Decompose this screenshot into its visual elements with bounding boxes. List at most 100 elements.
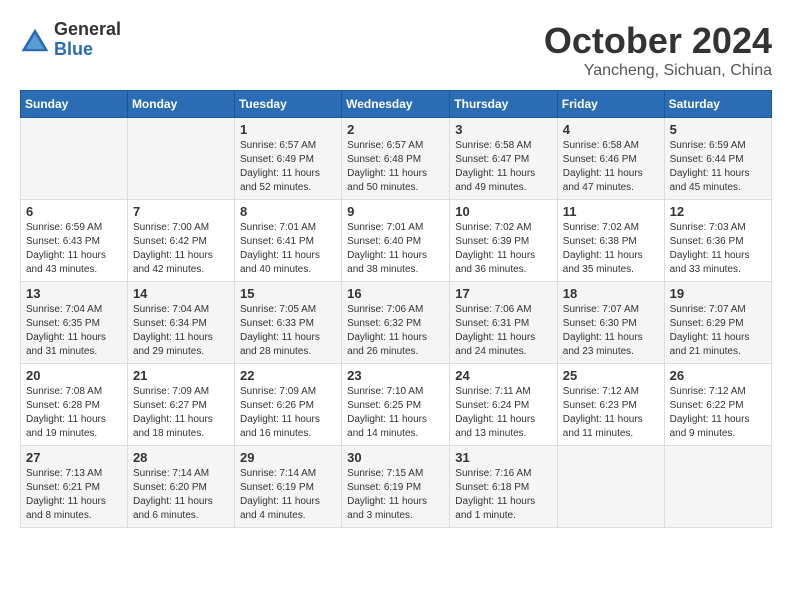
calendar-cell xyxy=(21,118,128,200)
day-info: Sunrise: 7:08 AMSunset: 6:28 PMDaylight:… xyxy=(26,385,122,441)
day-info: Sunrise: 7:02 AMSunset: 6:39 PMDaylight:… xyxy=(455,221,552,277)
location-text: Yancheng, Sichuan, China xyxy=(544,62,772,80)
calendar-cell: 5 Sunrise: 6:59 AMSunset: 6:44 PMDaylight… xyxy=(664,118,771,200)
day-number: 10 xyxy=(455,204,552,219)
day-info: Sunrise: 6:58 AMSunset: 6:47 PMDaylight:… xyxy=(455,139,552,195)
calendar-cell: 7Sunrise: 7:00 AMSunset: 6:42 PMDaylight… xyxy=(127,200,234,282)
calendar-cell: 6Sunrise: 6:59 AMSunset: 6:43 PMDaylight… xyxy=(21,200,128,282)
calendar-cell: 20 Sunrise: 7:08 AMSunset: 6:28 PMDayligh… xyxy=(21,364,128,446)
day-number: 24 xyxy=(455,368,552,383)
calendar-table: Sunday Monday Tuesday Wednesday Thursday… xyxy=(20,90,772,528)
day-number: 11 xyxy=(563,204,659,219)
day-info: Sunrise: 7:14 AMSunset: 6:19 PMDaylight:… xyxy=(240,467,336,523)
calendar-cell: 25 Sunrise: 7:12 AMSunset: 6:23 PMDayligh… xyxy=(557,364,664,446)
day-info: Sunrise: 7:12 AMSunset: 6:22 PMDaylight:… xyxy=(670,385,766,441)
calendar-cell: 29 Sunrise: 7:14 AMSunset: 6:19 PMDayligh… xyxy=(234,446,341,528)
day-number: 20 xyxy=(26,368,122,383)
day-info: Sunrise: 6:59 AMSunset: 6:44 PMDaylight:… xyxy=(670,139,766,195)
day-number: 30 xyxy=(347,450,444,465)
calendar-header-row: Sunday Monday Tuesday Wednesday Thursday… xyxy=(21,91,772,118)
day-number: 26 xyxy=(670,368,766,383)
calendar-week-row: 1 Sunrise: 6:57 AMSunset: 6:49 PMDaylight… xyxy=(21,118,772,200)
header-sunday: Sunday xyxy=(21,91,128,118)
day-number: 2 xyxy=(347,122,444,137)
calendar-cell: 17 Sunrise: 7:06 AMSunset: 6:31 PMDayligh… xyxy=(450,282,558,364)
header-thursday: Thursday xyxy=(450,91,558,118)
day-number: 27 xyxy=(26,450,122,465)
calendar-week-row: 6Sunrise: 6:59 AMSunset: 6:43 PMDaylight… xyxy=(21,200,772,282)
day-info: Sunrise: 7:09 AMSunset: 6:27 PMDaylight:… xyxy=(133,385,229,441)
header-tuesday: Tuesday xyxy=(234,91,341,118)
day-info: Sunrise: 7:09 AMSunset: 6:26 PMDaylight:… xyxy=(240,385,336,441)
calendar-cell xyxy=(127,118,234,200)
calendar-cell xyxy=(557,446,664,528)
day-number: 7 xyxy=(133,204,229,219)
calendar-cell: 4Sunrise: 6:58 AMSunset: 6:46 PMDaylight… xyxy=(557,118,664,200)
calendar-cell: 12Sunrise: 7:03 AMSunset: 6:36 PMDayligh… xyxy=(664,200,771,282)
day-number: 8 xyxy=(240,204,336,219)
day-info: Sunrise: 7:13 AMSunset: 6:21 PMDaylight:… xyxy=(26,467,122,523)
calendar-cell: 31Sunrise: 7:16 AMSunset: 6:18 PMDayligh… xyxy=(450,446,558,528)
title-section: October 2024 Yancheng, Sichuan, China xyxy=(544,20,772,80)
day-info: Sunrise: 7:12 AMSunset: 6:23 PMDaylight:… xyxy=(563,385,659,441)
calendar-cell: 19Sunrise: 7:07 AMSunset: 6:29 PMDayligh… xyxy=(664,282,771,364)
calendar-cell: 24 Sunrise: 7:11 AMSunset: 6:24 PMDayligh… xyxy=(450,364,558,446)
calendar-week-row: 27 Sunrise: 7:13 AMSunset: 6:21 PMDayligh… xyxy=(21,446,772,528)
day-info: Sunrise: 7:02 AMSunset: 6:38 PMDaylight:… xyxy=(563,221,659,277)
day-number: 28 xyxy=(133,450,229,465)
calendar-cell: 18Sunrise: 7:07 AMSunset: 6:30 PMDayligh… xyxy=(557,282,664,364)
day-number: 29 xyxy=(240,450,336,465)
day-number: 21 xyxy=(133,368,229,383)
calendar-cell: 23 Sunrise: 7:10 AMSunset: 6:25 PMDayligh… xyxy=(342,364,450,446)
day-info: Sunrise: 7:07 AMSunset: 6:30 PMDaylight:… xyxy=(563,303,659,359)
day-info: Sunrise: 7:01 AMSunset: 6:40 PMDaylight:… xyxy=(347,221,444,277)
day-number: 14 xyxy=(133,286,229,301)
day-info: Sunrise: 7:04 AMSunset: 6:35 PMDaylight:… xyxy=(26,303,122,359)
day-info: Sunrise: 6:57 AMSunset: 6:49 PMDaylight:… xyxy=(240,139,336,195)
calendar-cell: 1 Sunrise: 6:57 AMSunset: 6:49 PMDaylight… xyxy=(234,118,341,200)
day-info: Sunrise: 7:11 AMSunset: 6:24 PMDaylight:… xyxy=(455,385,552,441)
calendar-cell: 26 Sunrise: 7:12 AMSunset: 6:22 PMDayligh… xyxy=(664,364,771,446)
calendar-cell: 2Sunrise: 6:57 AMSunset: 6:48 PMDaylight… xyxy=(342,118,450,200)
day-number: 16 xyxy=(347,286,444,301)
logo: General Blue xyxy=(20,20,121,60)
calendar-cell: 9 Sunrise: 7:01 AMSunset: 6:40 PMDaylight… xyxy=(342,200,450,282)
day-number: 9 xyxy=(347,204,444,219)
calendar-cell: 3 Sunrise: 6:58 AMSunset: 6:47 PMDaylight… xyxy=(450,118,558,200)
day-number: 31 xyxy=(455,450,552,465)
day-info: Sunrise: 7:06 AMSunset: 6:31 PMDaylight:… xyxy=(455,303,552,359)
day-number: 22 xyxy=(240,368,336,383)
day-number: 13 xyxy=(26,286,122,301)
logo-general-text: General xyxy=(54,20,121,40)
logo-blue-text: Blue xyxy=(54,40,121,60)
calendar-cell: 11 Sunrise: 7:02 AMSunset: 6:38 PMDayligh… xyxy=(557,200,664,282)
logo-icon xyxy=(20,25,50,55)
page-header: General Blue October 2024 Yancheng, Sich… xyxy=(20,20,772,80)
day-number: 1 xyxy=(240,122,336,137)
calendar-cell: 14 Sunrise: 7:04 AMSunset: 6:34 PMDayligh… xyxy=(127,282,234,364)
day-info: Sunrise: 7:07 AMSunset: 6:29 PMDaylight:… xyxy=(670,303,766,359)
calendar-cell: 28 Sunrise: 7:14 AMSunset: 6:20 PMDayligh… xyxy=(127,446,234,528)
header-monday: Monday xyxy=(127,91,234,118)
header-friday: Friday xyxy=(557,91,664,118)
day-number: 23 xyxy=(347,368,444,383)
day-info: Sunrise: 7:04 AMSunset: 6:34 PMDaylight:… xyxy=(133,303,229,359)
header-wednesday: Wednesday xyxy=(342,91,450,118)
day-number: 12 xyxy=(670,204,766,219)
day-number: 3 xyxy=(455,122,552,137)
day-info: Sunrise: 7:15 AMSunset: 6:19 PMDaylight:… xyxy=(347,467,444,523)
calendar-week-row: 13 Sunrise: 7:04 AMSunset: 6:35 PMDayligh… xyxy=(21,282,772,364)
day-number: 17 xyxy=(455,286,552,301)
day-info: Sunrise: 7:01 AMSunset: 6:41 PMDaylight:… xyxy=(240,221,336,277)
calendar-cell: 22 Sunrise: 7:09 AMSunset: 6:26 PMDayligh… xyxy=(234,364,341,446)
day-number: 15 xyxy=(240,286,336,301)
day-number: 5 xyxy=(670,122,766,137)
calendar-cell: 15Sunrise: 7:05 AMSunset: 6:33 PMDayligh… xyxy=(234,282,341,364)
calendar-cell: 30 Sunrise: 7:15 AMSunset: 6:19 PMDayligh… xyxy=(342,446,450,528)
day-info: Sunrise: 7:10 AMSunset: 6:25 PMDaylight:… xyxy=(347,385,444,441)
day-number: 25 xyxy=(563,368,659,383)
day-info: Sunrise: 6:58 AMSunset: 6:46 PMDaylight:… xyxy=(563,139,659,195)
calendar-cell: 10 Sunrise: 7:02 AMSunset: 6:39 PMDayligh… xyxy=(450,200,558,282)
day-info: Sunrise: 7:14 AMSunset: 6:20 PMDaylight:… xyxy=(133,467,229,523)
header-saturday: Saturday xyxy=(664,91,771,118)
